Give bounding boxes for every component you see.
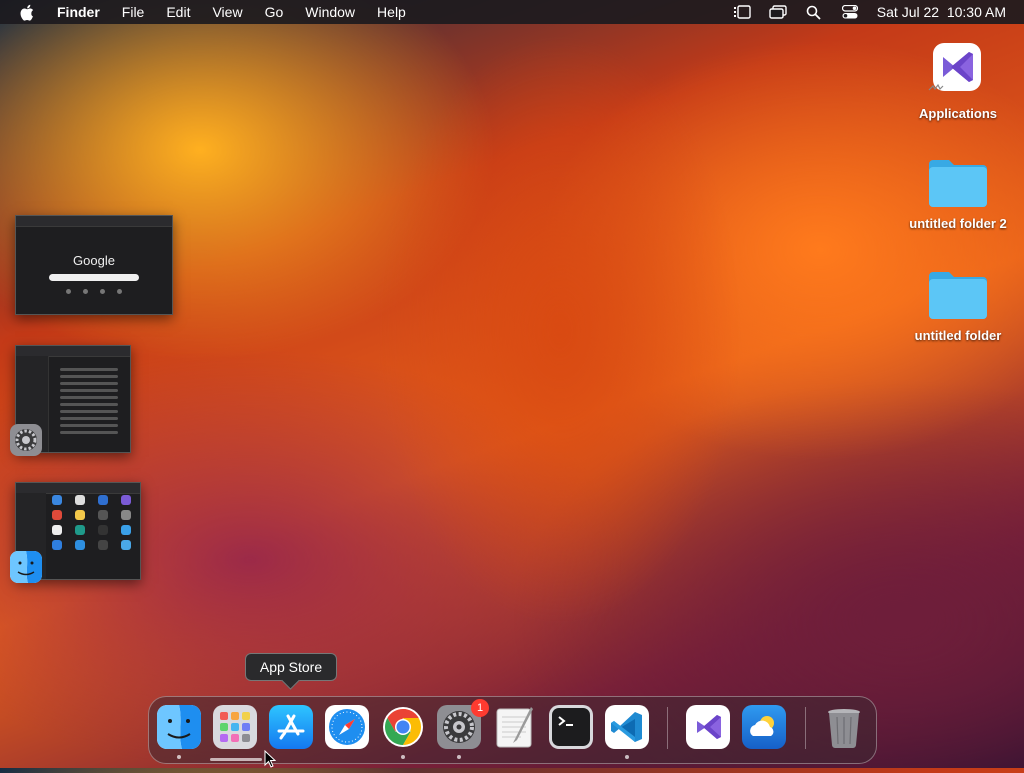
- dock-launchpad-icon[interactable]: [213, 705, 257, 749]
- dock-chrome-icon[interactable]: [381, 705, 425, 749]
- dock-textedit-icon[interactable]: [493, 705, 537, 749]
- desktop-icon-applications[interactable]: Applications: [898, 40, 1018, 121]
- menu-app-name[interactable]: Finder: [46, 4, 111, 20]
- dock-visual-studio-icon[interactable]: [686, 705, 730, 749]
- folder-icon: [927, 150, 989, 212]
- thumb-search-box: [49, 274, 139, 281]
- menu-window[interactable]: Window: [294, 4, 366, 20]
- thumb-content: [52, 364, 126, 438]
- finder-icon: [10, 551, 42, 583]
- menu-help[interactable]: Help: [366, 4, 417, 20]
- menu-go[interactable]: Go: [254, 4, 295, 20]
- spotlight-search-icon[interactable]: [805, 4, 823, 20]
- dock-tooltip: App Store: [245, 653, 337, 681]
- menubar-clock[interactable]: Sat Jul 22 10:30 AM: [877, 4, 1006, 20]
- folder-icon: [927, 262, 989, 324]
- apple-menu-icon[interactable]: [16, 2, 36, 22]
- dock-trash-icon[interactable]: [822, 705, 866, 749]
- dock-finder-icon[interactable]: [157, 705, 201, 749]
- thumb-shortcuts: [16, 289, 172, 294]
- desktop-icon-untitled-folder-2[interactable]: untitled folder 2: [898, 150, 1018, 231]
- dock-system-settings-icon[interactable]: 1: [437, 699, 489, 749]
- dock: 1: [148, 696, 877, 764]
- thumb-titlebar: [16, 216, 172, 227]
- menu-view[interactable]: View: [201, 4, 253, 20]
- desktop-icon-label: Applications: [918, 106, 997, 121]
- notification-badge: 1: [471, 699, 489, 717]
- dock-running-indicator: [401, 755, 405, 759]
- visual-studio-icon: [927, 40, 989, 102]
- thumb-google-logo: Google: [73, 253, 115, 268]
- dock-vscode-icon[interactable]: [605, 705, 649, 749]
- stage-manager-icon[interactable]: [733, 4, 751, 20]
- thumb-app-grid: [52, 495, 139, 550]
- dock-running-indicator: [625, 755, 629, 759]
- mouse-cursor-icon: [264, 749, 277, 773]
- dock-separator: [667, 707, 668, 749]
- dock-terminal-icon[interactable]: [549, 705, 593, 749]
- dock-scroll-indicator: [210, 758, 262, 761]
- control-center-icon[interactable]: [841, 4, 859, 20]
- desktop-icon-label: untitled folder: [914, 328, 1002, 343]
- dock-safari-icon[interactable]: [325, 705, 369, 749]
- desktop-icon-untitled-folder[interactable]: untitled folder: [898, 262, 1018, 343]
- desktop-icon-label: untitled folder 2: [909, 216, 1007, 231]
- menu-file[interactable]: File: [111, 4, 156, 20]
- dock-running-indicator: [457, 755, 461, 759]
- dock-app-store-icon[interactable]: [269, 705, 313, 749]
- menu-edit[interactable]: Edit: [155, 4, 201, 20]
- system-settings-icon: [10, 424, 42, 456]
- menu-bar: Finder File Edit View Go Window Help Sat…: [0, 0, 1024, 24]
- dock-separator: [805, 707, 806, 749]
- dock-weather-icon[interactable]: [742, 705, 786, 749]
- screen-mirroring-icon[interactable]: [769, 4, 787, 20]
- stage-thumb-chrome[interactable]: Google: [15, 215, 173, 315]
- dock-running-indicator: [177, 755, 181, 759]
